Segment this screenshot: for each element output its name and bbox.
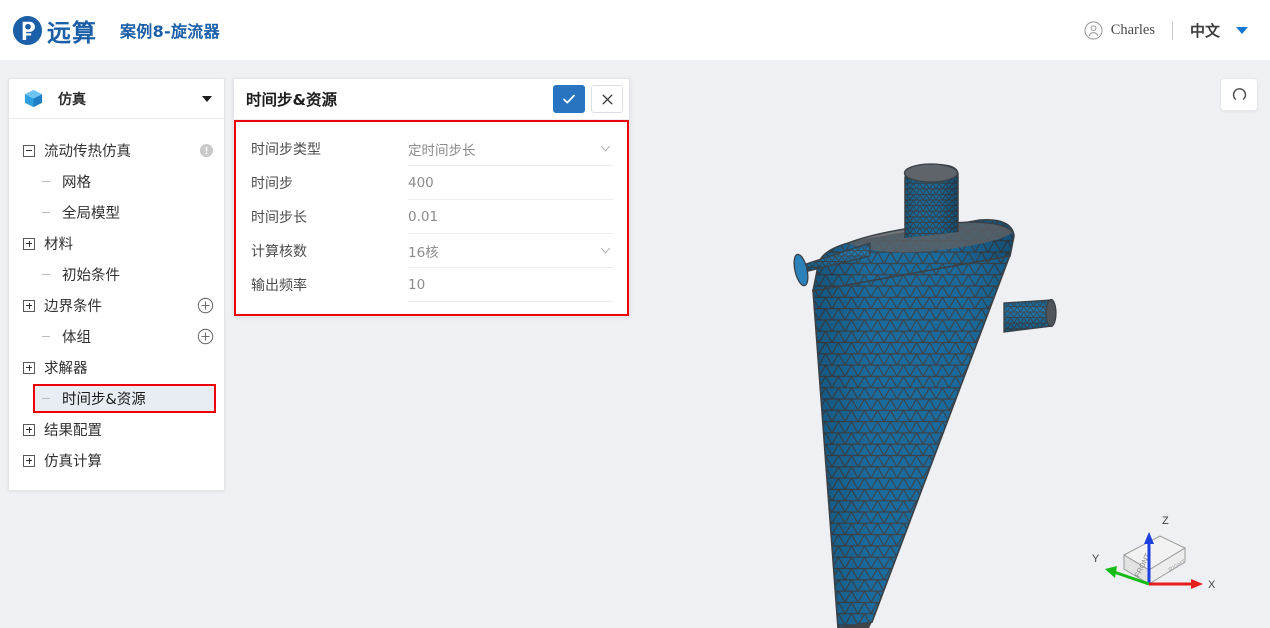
field-value: 400 bbox=[408, 174, 434, 191]
dash-icon bbox=[41, 176, 53, 188]
output-frequency-input[interactable]: 10 bbox=[408, 268, 613, 302]
confirm-button[interactable] bbox=[553, 85, 585, 113]
axis-label-x: X bbox=[1208, 579, 1216, 591]
tree-item-timestep-resource[interactable]: 时间步&资源 bbox=[9, 383, 224, 414]
plus-box-icon[interactable] bbox=[23, 454, 35, 467]
tree-item-label: 初始条件 bbox=[62, 268, 120, 284]
field-label: 输出频率 bbox=[251, 278, 307, 294]
reset-view-button[interactable] bbox=[1220, 78, 1258, 111]
timestep-resource-dialog: 时间步&资源 时间步类型 定时间步长 时间步 400 时间步长 0.01 计算核… bbox=[233, 78, 630, 317]
field-label: 时间步长 bbox=[251, 210, 307, 226]
form-row-timestep-type: 时间步类型 定时间步长 bbox=[246, 132, 613, 166]
panel-header[interactable]: 仿真 bbox=[9, 79, 224, 119]
tree-item-label: 材料 bbox=[44, 237, 73, 253]
tree-item-label: 网格 bbox=[62, 175, 91, 191]
simulation-tree: 流动传热仿真 网格 全局模型 材料 初始条件 边界条件 体组 求解器 时间步&资… bbox=[9, 119, 224, 490]
form-row-timestep: 时间步 400 bbox=[246, 166, 613, 200]
field-label: 计算核数 bbox=[251, 244, 307, 260]
tree-item-label: 全局模型 bbox=[62, 206, 120, 222]
tree-item-solver[interactable]: 求解器 bbox=[9, 352, 224, 383]
tree-item-right-icons bbox=[197, 328, 214, 345]
plus-box-icon[interactable] bbox=[23, 423, 35, 436]
caret-down-icon[interactable] bbox=[202, 95, 212, 102]
field-label: 时间步类型 bbox=[251, 142, 321, 158]
tree-item-right-icons bbox=[199, 143, 214, 158]
axis-label-y: Y bbox=[1092, 553, 1100, 565]
dash-icon bbox=[41, 269, 53, 281]
caret-down-icon[interactable] bbox=[1236, 26, 1248, 34]
timestep-type-select[interactable]: 定时间步长 bbox=[408, 132, 613, 166]
dash-icon bbox=[41, 393, 53, 405]
plus-box-icon[interactable] bbox=[23, 237, 35, 250]
timestep-input[interactable]: 400 bbox=[408, 166, 613, 200]
simulation-tree-panel: 仿真 流动传热仿真 网格 全局模型 材料 初始条件 边界条件 体组 求解器 时间… bbox=[8, 78, 225, 491]
language-label[interactable]: 中文 bbox=[1190, 20, 1220, 41]
tree-item-label: 时间步&资源 bbox=[62, 392, 146, 408]
tree-item-label: 仿真计算 bbox=[44, 454, 102, 470]
field-value: 10 bbox=[408, 276, 426, 293]
axis-triad-svg: FRONT RIGHT Z X Y bbox=[1092, 515, 1216, 591]
tree-item-label: 结果配置 bbox=[44, 423, 102, 439]
core-count-select[interactable]: 16核 bbox=[408, 234, 613, 268]
warning-circle-icon[interactable] bbox=[199, 143, 214, 158]
tree-item-initial-conditions[interactable]: 初始条件 bbox=[9, 259, 224, 290]
header-divider bbox=[1171, 20, 1173, 40]
plus-box-icon[interactable] bbox=[23, 361, 35, 374]
tree-item-result-config[interactable]: 结果配置 bbox=[9, 414, 224, 445]
reset-view-icon bbox=[1232, 88, 1246, 100]
dialog-title: 时间步&资源 bbox=[246, 91, 338, 109]
yuansuan-logo-icon bbox=[12, 15, 43, 45]
cube-icon bbox=[24, 89, 43, 108]
field-label: 时间步 bbox=[251, 176, 293, 192]
plus-box-icon[interactable] bbox=[23, 299, 35, 312]
tree-item-label: 体组 bbox=[62, 330, 91, 346]
user-circle-icon bbox=[1084, 20, 1103, 40]
axis-orientation-widget[interactable]: FRONT RIGHT Z X Y bbox=[1092, 500, 1232, 600]
tree-item-right-icons bbox=[197, 297, 214, 314]
tree-item-label: 求解器 bbox=[44, 361, 88, 377]
header-right-group: Charles 中文 bbox=[1084, 0, 1248, 60]
project-title: 案例8-旋流器 bbox=[120, 22, 220, 41]
plus-circle-icon[interactable] bbox=[197, 328, 214, 345]
user-name: Charles bbox=[1110, 21, 1155, 38]
dialog-form: 时间步类型 定时间步长 时间步 400 时间步长 0.01 计算核数 16核 输… bbox=[234, 120, 629, 316]
form-row-core-count: 计算核数 16核 bbox=[246, 234, 613, 268]
dialog-header: 时间步&资源 bbox=[234, 79, 629, 120]
tree-item-volume-group[interactable]: 体组 bbox=[9, 321, 224, 352]
chevron-down-icon[interactable] bbox=[600, 143, 611, 154]
app-header: 远算 案例8-旋流器 Charles 中文 bbox=[0, 0, 1270, 60]
field-value: 16核 bbox=[408, 244, 439, 261]
tree-item-mesh[interactable]: 网格 bbox=[9, 166, 224, 197]
dash-icon bbox=[41, 331, 53, 343]
dash-icon bbox=[41, 207, 53, 219]
form-row-output-frequency: 输出频率 10 bbox=[246, 268, 613, 302]
chevron-down-icon[interactable] bbox=[600, 245, 611, 256]
app-root: 远算 案例8-旋流器 Charles 中文 FRONT RIGHT Z X Y … bbox=[0, 0, 1270, 628]
tree-item-boundary-conditions[interactable]: 边界条件 bbox=[9, 290, 224, 321]
axis-label-z: Z bbox=[1162, 515, 1169, 527]
field-value: 0.01 bbox=[408, 208, 439, 225]
panel-title: 仿真 bbox=[58, 91, 86, 108]
tree-item-simulation-run[interactable]: 仿真计算 bbox=[9, 445, 224, 476]
tree-item-global-model[interactable]: 全局模型 bbox=[9, 197, 224, 228]
dialog-actions bbox=[553, 85, 623, 113]
brand-name: 远算 bbox=[47, 18, 97, 47]
user-menu[interactable]: Charles bbox=[1084, 20, 1155, 40]
plus-circle-icon[interactable] bbox=[197, 297, 214, 314]
field-value: 定时间步长 bbox=[408, 142, 476, 159]
close-icon bbox=[601, 93, 613, 105]
tree-item-label: 边界条件 bbox=[44, 299, 102, 315]
tree-item-flow-heat-sim[interactable]: 流动传热仿真 bbox=[9, 135, 224, 166]
timestep-size-input[interactable]: 0.01 bbox=[408, 200, 613, 234]
minus-box-icon[interactable] bbox=[23, 144, 35, 157]
tree-item-label: 流动传热仿真 bbox=[44, 144, 131, 160]
brand-logo[interactable]: 远算 bbox=[12, 13, 97, 48]
tree-item-material[interactable]: 材料 bbox=[9, 228, 224, 259]
check-icon bbox=[563, 94, 575, 104]
form-row-timestep-size: 时间步长 0.01 bbox=[246, 200, 613, 234]
close-button[interactable] bbox=[591, 85, 623, 113]
